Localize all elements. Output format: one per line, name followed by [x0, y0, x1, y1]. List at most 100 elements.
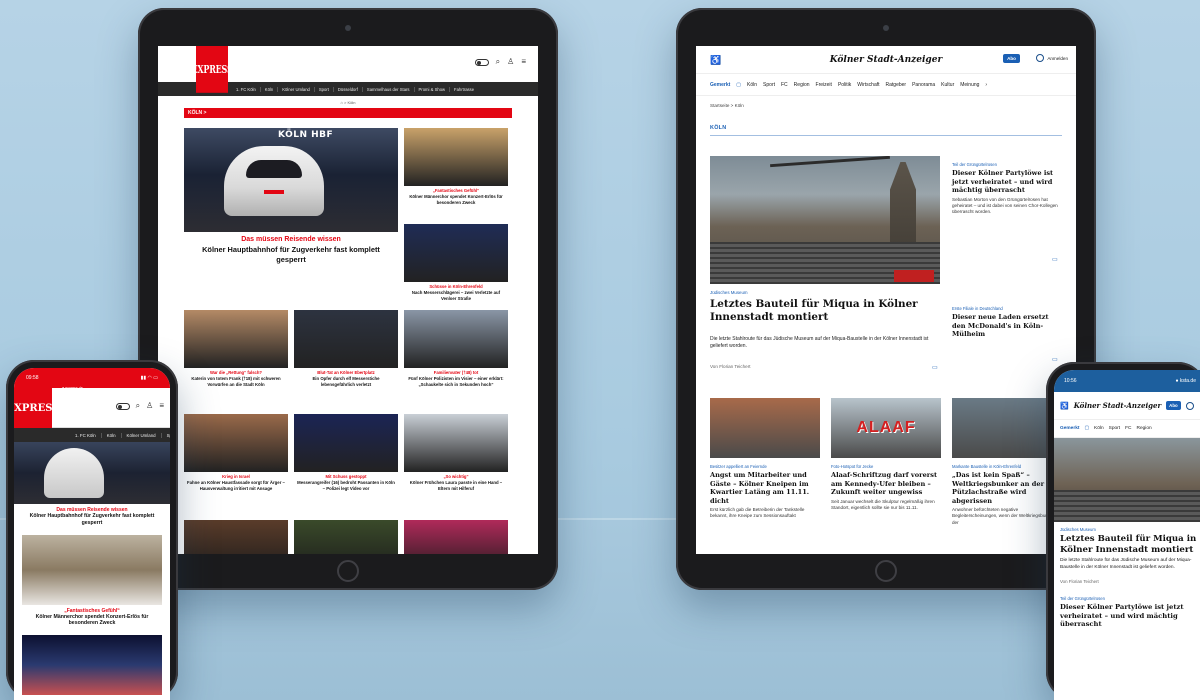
hero-title[interactable]: Letztes Bauteil für Miqua in Kölner Inne… [1054, 532, 1200, 555]
card-image[interactable] [22, 635, 162, 695]
nav-item[interactable]: Promi & Show [413, 86, 450, 92]
hero-author: Von Florian Teichert [1060, 579, 1099, 585]
nav-item[interactable]: Sp [160, 432, 170, 438]
ksta-logo[interactable]: Kölner Stadt-Anzeiger [1074, 401, 1161, 410]
nav-item[interactable]: Sammelhaus der Stars [361, 86, 414, 92]
card-image [404, 224, 508, 282]
nav-item[interactable]: Kölner Umland [120, 432, 161, 438]
card-title[interactable]: Kölner Männerchor spendet Konzert-Erlös … [14, 614, 170, 628]
ksta-logo[interactable]: Kölner Stadt-Anzeiger [830, 55, 942, 65]
nav-item[interactable]: Region [1137, 426, 1152, 431]
nav-item[interactable]: Meinung [960, 82, 979, 88]
nav-item[interactable]: Region [794, 82, 810, 88]
login-link[interactable]: Anmelden [1036, 54, 1068, 62]
hero-image[interactable] [14, 442, 170, 504]
article-card[interactable]: Mit Schuss gestoppt Messerangreifer (16)… [294, 414, 398, 491]
article-card[interactable]: „So wichtig“ Kölner Frühchen Laura passt… [404, 414, 508, 491]
hero-title[interactable]: Letztes Bauteil für Miqua in Kölner Inne… [710, 298, 940, 324]
nav-item[interactable]: Sport [1109, 426, 1120, 431]
dark-mode-toggle[interactable] [474, 58, 489, 66]
hero-title[interactable]: Kölner Hauptbahnhof für Zugverkehr fast … [14, 513, 170, 527]
nav-item[interactable]: Köln [1094, 426, 1104, 431]
search-icon[interactable]: ⌕ [496, 58, 500, 66]
article-card[interactable]: War die „Rettung“ falsch? Katerin von to… [184, 310, 288, 387]
card-image[interactable] [22, 534, 162, 605]
card-title: Fünf Kölner Polizisten im Visier – einer… [408, 376, 504, 387]
nav-item[interactable]: Politik [838, 82, 851, 88]
nav-item[interactable]: Düsseldorf [332, 86, 362, 92]
nav-item[interactable]: Kultur [941, 82, 954, 88]
express-logo[interactable]: EXPRESS [191, 46, 233, 93]
accessibility-icon[interactable]: ♿ [1060, 402, 1069, 410]
dark-mode-toggle[interactable] [115, 402, 130, 410]
row-article[interactable]: ALAAF Foto-Hotspot für Jecke Alaaf-Schri… [831, 398, 941, 511]
nav-item-gemerkt[interactable]: Gemerkt [1060, 426, 1079, 431]
nav-item[interactable]: Fahrtrasse [449, 86, 478, 92]
hero-article[interactable]: KÖLN HBF Das müssen Reisende wissen Köln… [184, 128, 398, 296]
breadcrumb[interactable]: Startseite > Köln [696, 96, 1076, 115]
menu-icon[interactable]: ≡ [159, 402, 164, 410]
article-card[interactable]: Krieg in Israel Fahne an Kölner Haustfas… [184, 414, 288, 491]
nav-item[interactable]: Köln [747, 82, 757, 88]
abo-button[interactable]: Abo [1003, 54, 1020, 63]
bookmark-icon[interactable]: ▭ [1052, 256, 1058, 263]
card-image [294, 310, 398, 368]
hero-image[interactable] [710, 156, 940, 284]
bookmark-icon[interactable]: ▭ [1052, 356, 1058, 363]
nav-item[interactable]: 1. FC Köln [232, 87, 260, 92]
nav-item[interactable]: Sport [313, 86, 333, 92]
menu-icon[interactable]: ≡ [521, 58, 526, 66]
section-header[interactable]: KÖLN > [184, 108, 512, 118]
hero-image[interactable] [1054, 438, 1200, 522]
hero-teaser: Die letzte Stahlroute für das Jüdische M… [710, 336, 929, 349]
nav-item[interactable]: FC [781, 82, 788, 88]
article-card[interactable] [294, 520, 398, 554]
nav-item[interactable]: FC [1125, 426, 1131, 431]
card-title[interactable]: Dieser Kölner Partylöwe ist jetzt verhei… [1054, 601, 1200, 628]
express-logo[interactable]: EXPRESS [14, 388, 60, 428]
hero-kicker: Jüdisches Museum [710, 290, 748, 295]
row-title: Angst um Mitarbeiter und Gäste – Kölner … [710, 471, 810, 505]
nav-item[interactable]: Köln [259, 86, 277, 92]
article-card[interactable]: Blut-Tat an Kölner Ebertplatz Ein Opfer … [294, 310, 398, 387]
hero-author: Von Florian Teichert [710, 364, 751, 369]
user-icon[interactable] [1185, 401, 1194, 410]
nav-item[interactable]: Sport [763, 82, 775, 88]
breadcrumb[interactable]: ⌂ > Köln [158, 96, 538, 108]
nav-item[interactable]: Kölner Umland [277, 86, 314, 92]
url-label[interactable]: ● ksta.de [1175, 378, 1196, 384]
accessibility-icon[interactable]: ♿ [710, 55, 721, 66]
home-button[interactable] [875, 560, 897, 582]
article-card[interactable]: Schüsse in Köln-Ehrenfeld Nach Messersch… [404, 224, 508, 301]
nav-next-icon[interactable]: › [985, 82, 987, 88]
station-sign: KÖLN HBF [278, 130, 334, 140]
nav-item[interactable]: Köln [100, 432, 121, 438]
row-article[interactable]: Besitzer appelliert an Feiernde Angst um… [710, 398, 820, 520]
side-article[interactable]: Erste Filiale in Deutschland Dieser neue… [952, 306, 1062, 339]
search-icon[interactable]: ⌕ [136, 402, 140, 410]
card-image [184, 310, 288, 368]
train-image [224, 146, 324, 216]
card-title: Ein Opfer durch elf Messerstiche lebensg… [312, 376, 380, 387]
article-card[interactable]: „Fantastisches Gefühl“ Kölner Männerchor… [404, 128, 508, 205]
train-image [44, 448, 104, 498]
user-icon[interactable]: ♙ [507, 58, 514, 66]
nav-item[interactable]: Ratgeber [886, 82, 907, 88]
nav-item[interactable]: 1. FC Köln [70, 433, 101, 438]
abo-button[interactable]: Abo [1166, 401, 1181, 410]
bookmark-icon[interactable]: ▢ [736, 82, 741, 88]
article-card[interactable] [404, 520, 508, 554]
article-card[interactable] [184, 520, 288, 554]
phone-ksta: 10:56 ● ksta.de ♿ Kölner Stadt-Anzeiger … [1046, 362, 1200, 700]
user-icon[interactable]: ♙ [146, 402, 153, 410]
side-article[interactable]: Teil der Grüngürtelrosen Dieser Kölner P… [952, 162, 1062, 215]
bookmark-icon[interactable]: ▢ [1084, 426, 1089, 431]
home-button[interactable] [337, 560, 359, 582]
side-kicker: Erste Filiale in Deutschland [952, 306, 1003, 311]
nav-item[interactable]: Wirtschaft [857, 82, 879, 88]
nav-item-gemerkt[interactable]: Gemerkt [710, 82, 730, 88]
nav-item[interactable]: Freizeit [816, 82, 832, 88]
article-card[interactable]: Familienvater (†48) tot Fünf Kölner Poli… [404, 310, 508, 387]
nav-item[interactable]: Panorama [912, 82, 935, 88]
bookmark-icon[interactable]: ▭ [932, 364, 938, 371]
